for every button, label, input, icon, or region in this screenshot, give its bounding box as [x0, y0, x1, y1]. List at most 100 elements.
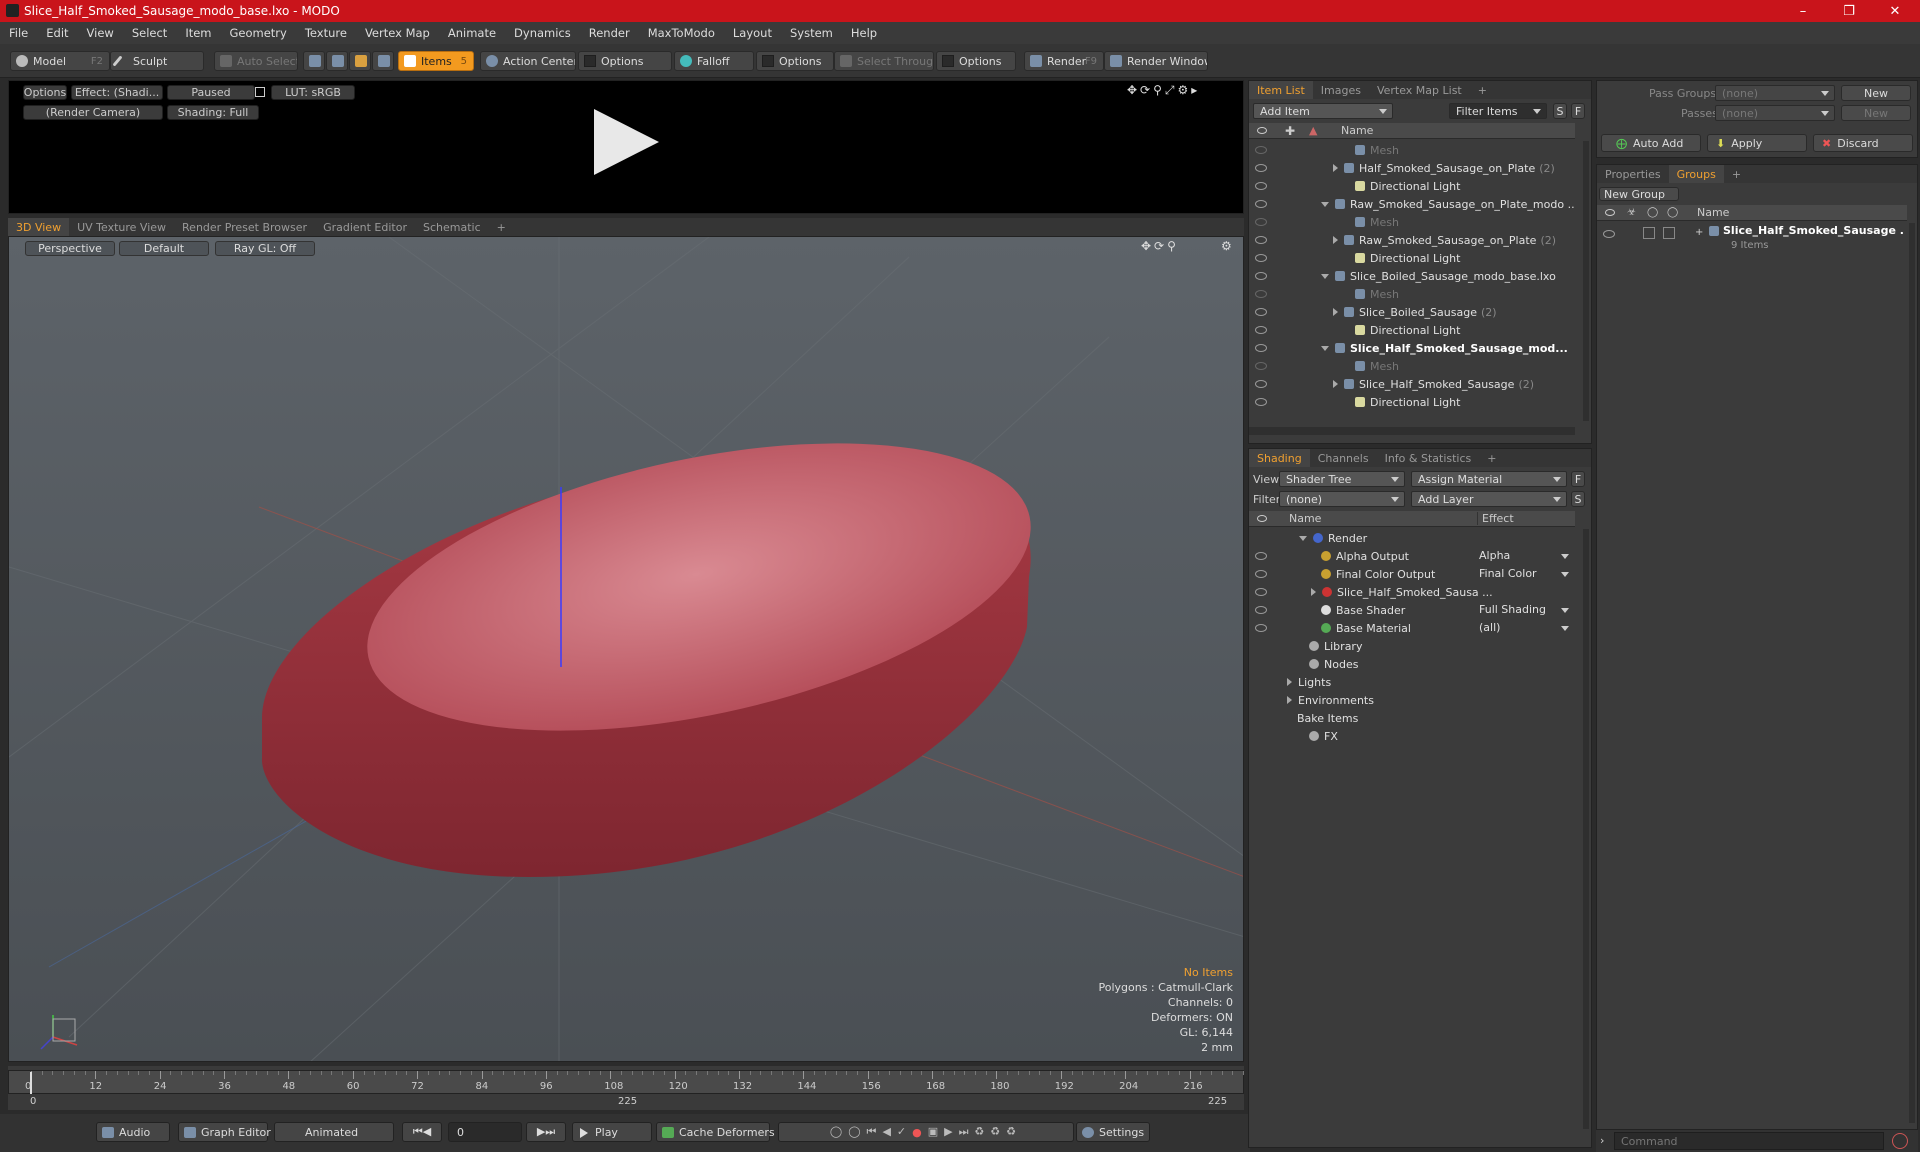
filter-dropdown[interactable]: (none) — [1279, 491, 1405, 507]
filter-items-input[interactable]: Filter Items — [1449, 103, 1547, 119]
chevron-right-icon[interactable] — [1287, 696, 1292, 704]
play-button[interactable]: Play — [572, 1122, 652, 1142]
chevron-right-icon[interactable] — [1333, 236, 1338, 244]
item-list-row[interactable]: Mesh — [1249, 213, 1575, 231]
item-list-hscrollbar[interactable] — [1249, 427, 1575, 435]
eye-icon[interactable] — [1255, 552, 1267, 560]
audio-button[interactable]: Audio — [96, 1122, 170, 1142]
select-through-options-button[interactable]: Options — [936, 51, 1016, 71]
add-tab-icon[interactable]: + — [1470, 81, 1495, 99]
eye-icon[interactable] — [1255, 272, 1267, 280]
tab-groups[interactable]: Groups — [1668, 165, 1724, 183]
frame-input[interactable]: 0 — [448, 1122, 522, 1142]
items-button[interactable]: Items 5 — [398, 51, 474, 71]
render-window-button[interactable]: Render Window — [1104, 51, 1208, 71]
preview-options-button[interactable]: Options — [23, 85, 67, 100]
shader-tree-dropdown[interactable]: Shader Tree — [1279, 471, 1405, 487]
tab-item-list[interactable]: Item List — [1249, 81, 1313, 99]
filter-s-button[interactable]: S — [1553, 103, 1567, 119]
shader-tree-row[interactable]: Base Shader Full Shading — [1249, 601, 1575, 619]
select-through-options-checkbox[interactable] — [942, 55, 954, 67]
item-list-row[interactable]: Raw_Smoked_Sausage_on_Plate (2) — [1249, 231, 1575, 249]
shader-tree-row[interactable]: Render — [1249, 529, 1575, 547]
eye-icon[interactable] — [1255, 624, 1267, 632]
item-list-row[interactable]: Directional Light — [1249, 393, 1575, 411]
menu-texture[interactable]: Texture — [296, 26, 356, 40]
select-materials-button[interactable] — [372, 51, 394, 71]
discard-button[interactable]: ✖ Discard — [1813, 134, 1913, 152]
item-list-row[interactable]: Slice_Boiled_Sausage (2) — [1249, 303, 1575, 321]
shader-tree-row[interactable]: Lights — [1249, 673, 1575, 691]
menu-animate[interactable]: Animate — [439, 26, 505, 40]
tab-gradient-editor[interactable]: Gradient Editor — [315, 218, 415, 236]
menu-select[interactable]: Select — [123, 26, 176, 40]
chevron-down-icon[interactable] — [1561, 554, 1569, 559]
group-select-checkbox[interactable] — [1643, 227, 1655, 239]
menu-vertex-map[interactable]: Vertex Map — [356, 26, 439, 40]
options-checkbox[interactable] — [584, 55, 596, 67]
eye-icon[interactable] — [1255, 218, 1267, 226]
menu-dynamics[interactable]: Dynamics — [505, 26, 580, 40]
item-list-row[interactable]: Slice_Boiled_Sausage_modo_base.lxo — [1249, 267, 1575, 285]
new-group-button[interactable]: New Group — [1599, 187, 1679, 201]
eye-icon[interactable] — [1255, 164, 1267, 172]
command-history-icon[interactable] — [1892, 1133, 1908, 1149]
new-pass-group-button[interactable]: New — [1841, 85, 1911, 101]
falloff-options-checkbox[interactable] — [762, 55, 774, 67]
menu-view[interactable]: View — [78, 26, 123, 40]
select-polygons-button[interactable] — [349, 51, 371, 71]
lut-dropdown[interactable]: LUT: sRGB — [271, 85, 355, 100]
skip-back-buttons[interactable]: ⏮◀ — [402, 1122, 442, 1142]
chevron-right-icon[interactable] — [1333, 308, 1338, 316]
add-tab-icon[interactable]: + — [1724, 165, 1749, 183]
group-eye-icon[interactable] — [1603, 230, 1615, 238]
shader-tree-row[interactable]: Base Material (all) — [1249, 619, 1575, 637]
item-list-row[interactable]: Mesh — [1249, 141, 1575, 159]
groups-scrollbar[interactable] — [1909, 223, 1915, 1123]
shader-tree-row[interactable]: Environments — [1249, 691, 1575, 709]
sculpt-button[interactable]: Sculpt — [110, 51, 204, 71]
maximize-button[interactable]: ❐ — [1826, 0, 1872, 22]
auto-add-button[interactable]: ⨁ Auto Add — [1601, 134, 1701, 152]
render-button[interactable]: Render F9 — [1024, 51, 1104, 71]
eye-icon[interactable] — [1255, 326, 1267, 334]
shader-tree-scrollbar[interactable] — [1583, 529, 1589, 1129]
chevron-down-icon[interactable] — [1321, 201, 1329, 207]
chevron-down-icon[interactable] — [1321, 273, 1329, 279]
shader-tree-row[interactable]: Final Color Output Final Color — [1249, 565, 1575, 583]
menu-geometry[interactable]: Geometry — [221, 26, 296, 40]
item-list-row[interactable]: Slice_Half_Smoked_Sausage_mod... — [1249, 339, 1575, 357]
animated-dropdown[interactable]: Animated — [274, 1122, 394, 1142]
shading-s-button[interactable]: S — [1571, 491, 1585, 507]
item-list-row[interactable]: Directional Light — [1249, 249, 1575, 267]
play-icon[interactable] — [594, 109, 659, 175]
eye-icon[interactable] — [1255, 182, 1267, 190]
eye-icon[interactable] — [1255, 146, 1267, 154]
paused-button[interactable]: Paused — [167, 85, 255, 100]
item-list-row[interactable]: Mesh — [1249, 357, 1575, 375]
new-pass-button[interactable]: New — [1841, 105, 1911, 121]
shading-dropdown[interactable]: Shading: Full — [167, 105, 259, 120]
item-list-row[interactable]: Directional Light — [1249, 321, 1575, 339]
eye-icon[interactable] — [1255, 588, 1267, 596]
menu-item[interactable]: Item — [176, 26, 220, 40]
menu-system[interactable]: System — [781, 26, 842, 40]
tab-vertex-map-list[interactable]: Vertex Map List — [1369, 81, 1470, 99]
skip-forward-buttons[interactable]: ▶⏭ — [526, 1122, 566, 1142]
menu-edit[interactable]: Edit — [37, 26, 77, 40]
eye-icon[interactable] — [1255, 236, 1267, 244]
command-input[interactable] — [1614, 1132, 1884, 1150]
item-list-row[interactable]: Directional Light — [1249, 177, 1575, 195]
shader-tree-row[interactable]: Alpha Output Alpha — [1249, 547, 1575, 565]
shader-effect-dropdown[interactable]: (all) — [1479, 621, 1569, 634]
menu-maxtomodo[interactable]: MaxToModo — [639, 26, 724, 40]
lock-icon[interactable] — [255, 87, 265, 97]
chevron-down-icon[interactable] — [1299, 535, 1307, 541]
eye-icon[interactable] — [1255, 570, 1267, 578]
cache-deformers-button[interactable]: Cache Deformers — [656, 1122, 775, 1142]
add-tab-icon[interactable]: + — [489, 218, 514, 236]
tab-schematic[interactable]: Schematic — [415, 218, 489, 236]
eye-icon[interactable] — [1255, 290, 1267, 298]
filter-f-button[interactable]: F — [1571, 103, 1585, 119]
group-render-checkbox[interactable] — [1663, 227, 1675, 239]
